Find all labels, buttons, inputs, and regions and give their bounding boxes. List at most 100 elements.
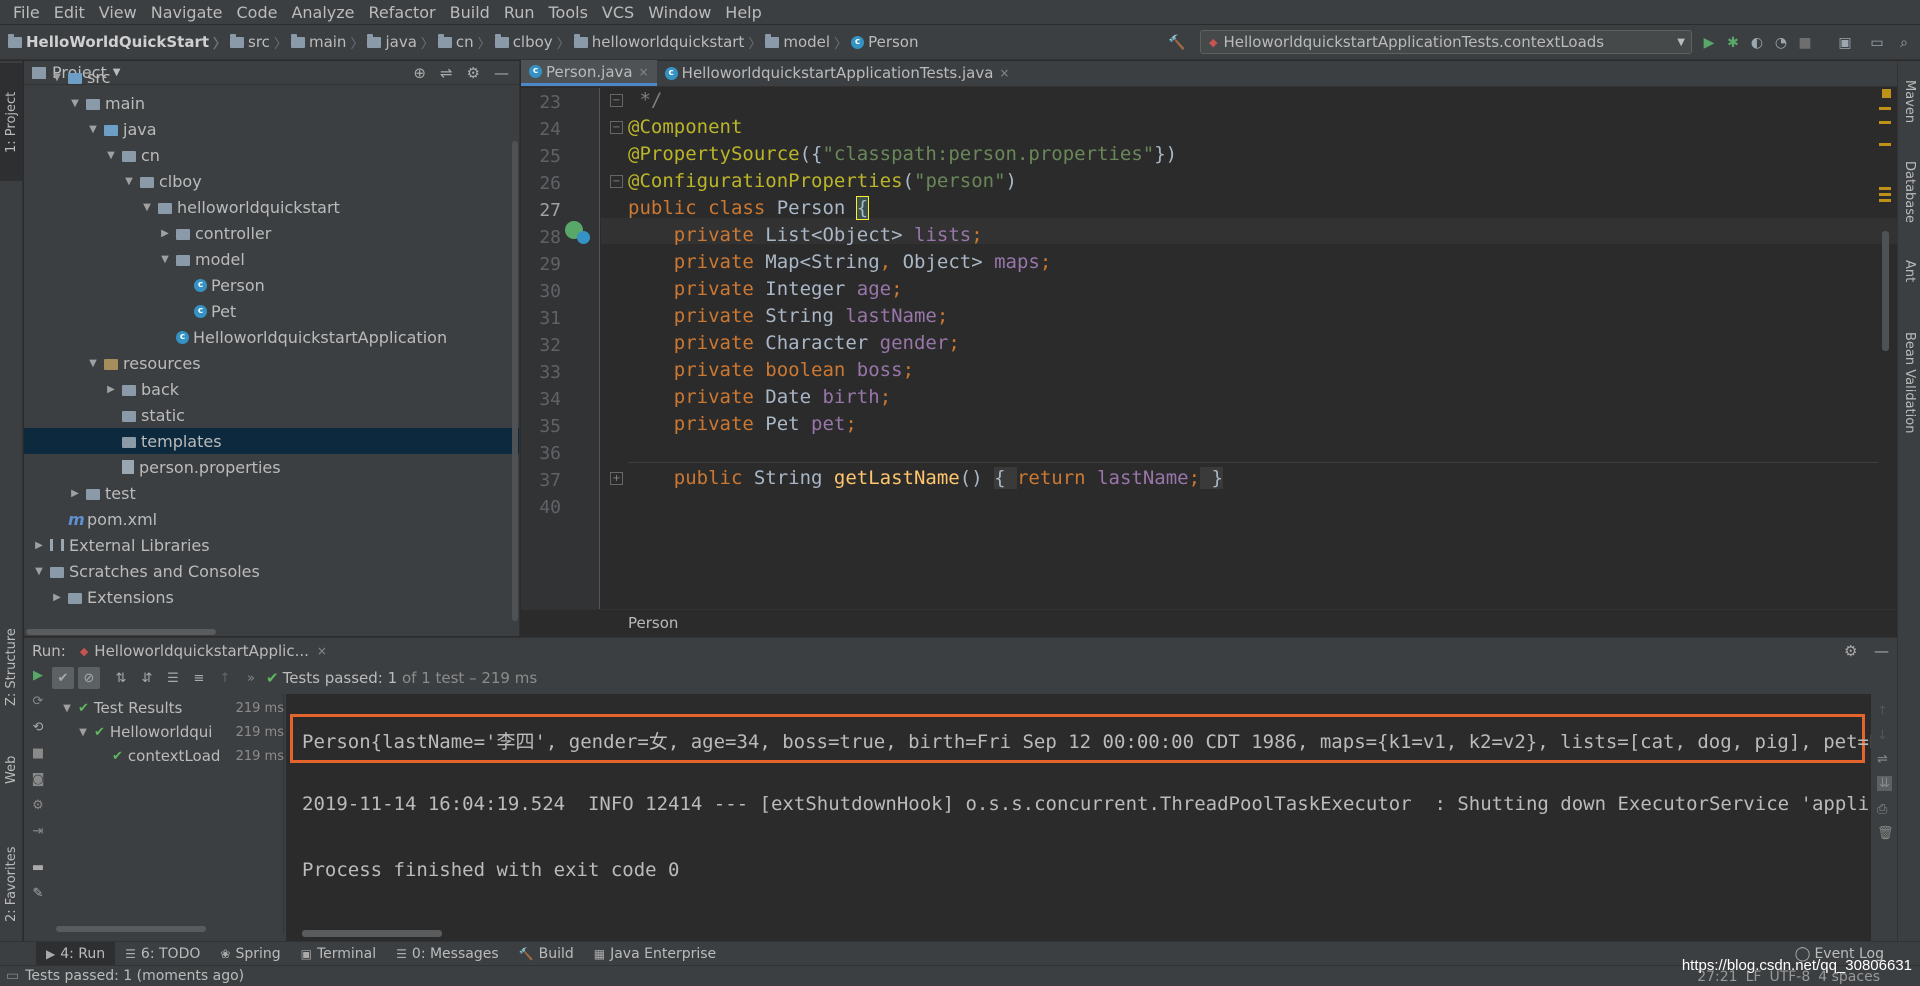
- chevron-down-icon[interactable]: ▼: [140, 202, 154, 213]
- show-passed-icon[interactable]: ✔: [52, 667, 74, 689]
- build-hammer-icon[interactable]: 🔨: [1168, 34, 1186, 52]
- layout-icon[interactable]: ▬: [30, 860, 46, 876]
- test-results-row[interactable]: ▼ ✔ Test Results 219 ms: [60, 696, 284, 720]
- console-output[interactable]: Person{lastName='李四', gender=女, age=34, …: [286, 694, 1871, 942]
- menu-help[interactable]: Help: [718, 3, 768, 22]
- breadcrumb-item[interactable]: main 〉: [290, 33, 368, 52]
- search-icon[interactable]: ⌕: [1895, 34, 1913, 52]
- chevron-down-icon[interactable]: ▼: [32, 566, 46, 577]
- chevron-down-icon[interactable]: ▼: [68, 98, 82, 109]
- tree-item[interactable]: c Pet: [24, 298, 519, 324]
- rerun-icon[interactable]: ▶: [30, 668, 46, 684]
- breadcrumb-item[interactable]: java 〉: [367, 33, 437, 52]
- toggle-auto-test-icon[interactable]: ⟲: [30, 720, 46, 736]
- console-scrollbar-horizontal[interactable]: [302, 930, 442, 937]
- close-icon[interactable]: ×: [639, 65, 649, 79]
- menu-build[interactable]: Build: [443, 3, 497, 22]
- trash-icon[interactable]: 🗑: [1877, 826, 1894, 841]
- warning-stripe[interactable]: [1879, 143, 1891, 146]
- tree-item[interactable]: c Person: [24, 272, 519, 298]
- tree-item[interactable]: templates: [24, 428, 519, 454]
- tree-item[interactable]: m pom.xml: [24, 506, 519, 532]
- hide-icon[interactable]: —: [1874, 642, 1889, 660]
- rerun-failed-icon[interactable]: ⟳: [30, 694, 46, 710]
- tree-item[interactable]: c HelloworldquickstartApplication: [24, 324, 519, 350]
- run-tab[interactable]: ◆ HelloworldquickstartApplic... ×: [80, 642, 327, 660]
- export-icon[interactable]: ⚙: [30, 798, 46, 814]
- breadcrumb-item[interactable]: c Person: [851, 33, 918, 51]
- collapse-all-icon[interactable]: ≡: [188, 667, 210, 689]
- tree-item[interactable]: ▼ clboy: [24, 168, 519, 194]
- breadcrumb-item[interactable]: helloworldquickstart 〉: [573, 33, 766, 52]
- fold-toggle[interactable]: −: [610, 175, 623, 188]
- coverage-icon[interactable]: ◐: [1748, 34, 1766, 52]
- scroll-to-end-icon[interactable]: ⇊: [1877, 776, 1892, 791]
- menu-file[interactable]: File: [6, 3, 47, 22]
- test-class-row[interactable]: ▼ ✔ Helloworldqui 219 ms: [76, 720, 284, 744]
- warning-stripe[interactable]: [1879, 193, 1891, 196]
- editor-tab[interactable]: c Person.java ×: [521, 60, 657, 86]
- tab-favorites[interactable]: 2: Favorites: [0, 831, 23, 937]
- breadcrumb-item[interactable]: cn 〉: [437, 33, 495, 52]
- breadcrumb-item[interactable]: src 〉: [230, 33, 291, 52]
- chevron-down-icon[interactable]: ▼: [86, 358, 100, 369]
- warning-stripe[interactable]: [1879, 187, 1891, 190]
- tool-tab[interactable]: ☰ 6: TODO: [115, 942, 210, 966]
- test-method-row[interactable]: ✔ contextLoad 219 ms: [112, 744, 284, 768]
- tree-item[interactable]: ▼ main: [24, 90, 519, 116]
- tool-tab[interactable]: ▦ Java Enterprise: [584, 942, 726, 966]
- breadcrumb-item[interactable]: HelloWorldQuickStart 〉: [8, 33, 230, 52]
- menu-refactor[interactable]: Refactor: [362, 3, 443, 22]
- tab-structure[interactable]: Z: Structure: [0, 609, 23, 725]
- tree-item[interactable]: ▶ External Libraries: [24, 532, 519, 558]
- pin-icon[interactable]: ✎: [30, 886, 46, 902]
- chevron-right-icon[interactable]: ▶: [158, 228, 172, 239]
- show-ignored-icon[interactable]: ⊘: [78, 667, 100, 689]
- tree-item[interactable]: ▼ resources: [24, 350, 519, 376]
- tree-item[interactable]: person.properties: [24, 454, 519, 480]
- camera-icon[interactable]: ◙: [30, 772, 46, 788]
- tree-item[interactable]: ▼ cn: [24, 142, 519, 168]
- run-icon[interactable]: ▶: [1700, 34, 1718, 52]
- tab-ant[interactable]: Ant: [1898, 247, 1920, 295]
- previous-failed-icon[interactable]: ↑: [214, 667, 236, 689]
- sort-duration-icon[interactable]: ⇵: [136, 667, 158, 689]
- fold-toggle[interactable]: +: [610, 472, 623, 485]
- menu-view[interactable]: View: [92, 3, 144, 22]
- menu-tools[interactable]: Tools: [542, 3, 595, 22]
- stop-icon[interactable]: ■: [30, 746, 46, 762]
- tab-bean-validation[interactable]: Bean Validation: [1898, 313, 1920, 453]
- chevron-right-icon[interactable]: ▶: [68, 488, 82, 499]
- inspection-status-icon[interactable]: [1882, 89, 1891, 98]
- profile-icon[interactable]: ◔: [1772, 34, 1790, 52]
- gear-icon[interactable]: ⚙: [1844, 642, 1857, 660]
- menu-code[interactable]: Code: [230, 3, 285, 22]
- print-icon[interactable]: ⎙: [1877, 802, 1887, 817]
- tree-item[interactable]: ▶ back: [24, 376, 519, 402]
- close-icon[interactable]: ×: [317, 644, 327, 658]
- run-configuration-select[interactable]: ◆ HelloworldquickstartApplicationTests.c…: [1200, 30, 1692, 54]
- layout-toggle-icon[interactable]: ▭: [6, 968, 19, 984]
- editor-tab[interactable]: c HelloworldquickstartApplicationTests.ja…: [657, 60, 1018, 86]
- chevron-right-icon[interactable]: ▶: [32, 540, 46, 551]
- chevron-right-icon[interactable]: ▶: [50, 592, 64, 603]
- tree-item[interactable]: ▼ helloworldquickstart: [24, 194, 519, 220]
- warning-stripe[interactable]: [1879, 121, 1891, 124]
- warning-stripe[interactable]: [1879, 107, 1891, 110]
- tool-tab[interactable]: ❀ Spring: [210, 942, 290, 966]
- debug-icon[interactable]: ✱: [1724, 34, 1742, 52]
- chevron-down-icon[interactable]: ▼: [158, 254, 172, 265]
- tool-tab[interactable]: ▣ Terminal: [291, 942, 387, 966]
- sort-alpha-icon[interactable]: ⇅: [110, 667, 132, 689]
- editor-breadcrumb[interactable]: Person: [521, 609, 1897, 636]
- chevron-down-icon[interactable]: ▼: [104, 150, 118, 161]
- project-scrollbar-vertical[interactable]: [512, 141, 518, 621]
- more-icon[interactable]: »: [240, 667, 262, 689]
- down-arrow-icon[interactable]: ↓: [1877, 728, 1888, 743]
- tab-database[interactable]: Database: [1898, 147, 1920, 237]
- tree-item[interactable]: ▶ controller: [24, 220, 519, 246]
- menu-vcs[interactable]: VCS: [595, 3, 641, 22]
- fold-toggle[interactable]: −: [610, 121, 623, 134]
- editor-scrollbar-vertical[interactable]: [1882, 231, 1889, 351]
- breadcrumb-item[interactable]: clboy 〉: [494, 33, 574, 52]
